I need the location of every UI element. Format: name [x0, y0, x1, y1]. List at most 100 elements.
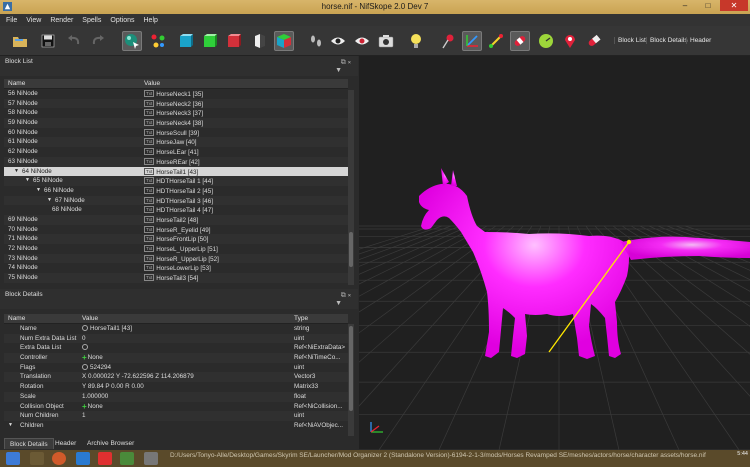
taskbar-app-steam[interactable] [76, 452, 90, 465]
block-list-toggle[interactable]: Block List [614, 37, 646, 44]
start-button[interactable] [6, 452, 20, 465]
lighting-button[interactable] [406, 31, 426, 51]
column-name[interactable]: Name [8, 80, 25, 87]
block-list-scrollbar[interactable] [348, 90, 354, 285]
block-details-scrollbar[interactable] [348, 324, 354, 436]
detail-row[interactable]: Controller +None Ref<NiTimeCo... [4, 353, 348, 363]
taskbar-app-explorer[interactable] [30, 452, 44, 465]
menu-help[interactable]: Help [144, 17, 158, 24]
scrollbar-thumb[interactable] [349, 232, 353, 267]
show-axes-button[interactable] [462, 31, 482, 51]
expand-toggle-icon[interactable]: ▼ [36, 187, 41, 193]
maximize-button[interactable]: □ [698, 0, 718, 11]
screenshot-button[interactable] [376, 31, 396, 51]
field-value[interactable]: +None [82, 354, 103, 362]
taskbar-app-mo2[interactable] [144, 452, 158, 465]
tab-header[interactable]: Header [50, 438, 81, 449]
detail-row[interactable]: Scale 1.000000 float [4, 391, 348, 402]
expand-toggle-icon[interactable]: ▼ [25, 177, 30, 183]
block-list-row[interactable]: 57 NiNode Txt HorseNeck2 [36] [4, 98, 348, 109]
redo-button[interactable] [88, 31, 108, 51]
column-type[interactable]: Type [294, 315, 308, 322]
show-constraints-button[interactable] [536, 31, 556, 51]
show-hidden-button[interactable] [328, 31, 348, 51]
detail-row[interactable]: Collision Object +None Ref<NiCollision... [4, 402, 348, 412]
block-list-row[interactable]: 75 NiNode Txt HorseTail3 [54] [4, 273, 348, 283]
block-list-row[interactable]: 59 NiNode Txt HorseNeck4 [38] [4, 118, 348, 128]
view-box-red-button[interactable] [224, 31, 244, 51]
select-vertex-button[interactable] [148, 31, 168, 51]
block-list-row[interactable]: 70 NiNode Txt HorseR_Eyelid [49] [4, 225, 348, 235]
block-list-row[interactable]: 69 NiNode Txt HorseTail2 [48] [4, 214, 348, 225]
detail-row[interactable]: Rotation Y 89.84 P 0.00 R 0.00 Matrix33 [4, 382, 348, 392]
block-list-row[interactable]: ▼ 64 NiNode Txt HorseTail1 [43] [4, 166, 348, 177]
3d-viewport[interactable] [359, 56, 750, 450]
detail-row[interactable]: Flags 524294 uint [4, 363, 348, 373]
menu-spells[interactable]: Spells [82, 17, 101, 24]
field-value[interactable] [82, 344, 90, 351]
color-picker-button[interactable] [438, 31, 458, 51]
detail-row[interactable]: Num Children 1 uint [4, 411, 348, 421]
block-list-row[interactable]: 71 NiNode Txt HorseFrontLip [50] [4, 234, 348, 244]
field-value[interactable]: Y 89.84 P 0.00 R 0.00 [82, 383, 144, 390]
filter-dropdown-icon[interactable]: ▼ [335, 300, 342, 307]
menu-render[interactable]: Render [50, 17, 73, 24]
view-box-blue-button[interactable] [176, 31, 196, 51]
detail-row[interactable]: Extra Data List Ref<NiExtraData> [4, 343, 348, 353]
block-list-row[interactable]: 56 NiNode Txt HorseNeck1 [35] [4, 89, 348, 99]
detail-row[interactable]: Name HorseTail1 [43] string [4, 324, 348, 334]
block-list-row[interactable]: 72 NiNode Txt HorseL_UpperLip [51] [4, 244, 348, 254]
filter-dropdown-icon[interactable]: ▼ [335, 67, 342, 74]
show-selected-button[interactable] [352, 31, 372, 51]
detail-row[interactable]: Num Extra Data List 0 uint [4, 333, 348, 344]
menu-view[interactable]: View [26, 17, 41, 24]
field-value[interactable]: 524294 [82, 363, 111, 371]
block-list-row[interactable]: ▼ 67 NiNode Txt HDTHorseTail 3 [46] [4, 195, 348, 206]
view-perspective-button[interactable] [274, 31, 294, 51]
field-value[interactable]: X 0.000022 Y -72.622596 Z 114.206879 [82, 373, 194, 380]
column-name[interactable]: Name [8, 315, 25, 322]
open-button[interactable] [10, 31, 30, 51]
field-value[interactable]: +None [82, 402, 103, 410]
expand-toggle-icon[interactable]: ▼ [47, 197, 52, 203]
detail-row[interactable]: Translation X 0.000022 Y -72.622596 Z 114… [4, 372, 348, 383]
view-box-green-button[interactable] [200, 31, 220, 51]
block-list-row[interactable]: 73 NiNode Txt HorseR_UpperLip [52] [4, 253, 348, 264]
show-nodes-button[interactable] [486, 31, 506, 51]
block-list-row[interactable]: 68 NiNode Txt HDTHorseTail 4 [47] [4, 205, 348, 215]
block-list-row[interactable]: 63 NiNode Txt HorseREar [42] [4, 156, 348, 167]
column-value[interactable]: Value [144, 80, 160, 87]
block-list-row[interactable]: ▼ 66 NiNode Txt HDTHorseTail 2 [45] [4, 186, 348, 196]
show-markers-button[interactable] [560, 31, 580, 51]
scrollbar-thumb[interactable] [349, 326, 353, 411]
undo-button[interactable] [64, 31, 84, 51]
taskbar-app-chrome[interactable] [52, 452, 66, 465]
walk-mode-button[interactable] [306, 31, 326, 51]
tab-block-details[interactable]: Block Details [4, 438, 54, 449]
block-list-row[interactable]: ▼ 65 NiNode Txt HDTHorseTail 1 [44] [4, 176, 348, 186]
menu-options[interactable]: Options [110, 17, 134, 24]
block-list-row[interactable]: 60 NiNode Txt HorseScull [39] [4, 128, 348, 138]
field-value[interactable]: 1 [82, 412, 86, 419]
field-value[interactable]: HorseTail1 [43] [82, 325, 132, 332]
block-details-toggle[interactable]: Block Details [646, 37, 688, 44]
close-button[interactable]: ✕ [720, 0, 748, 11]
taskbar-app-opera[interactable] [98, 452, 112, 465]
view-flip-button[interactable] [250, 31, 270, 51]
field-value[interactable]: 1.000000 [82, 393, 108, 400]
block-list-row[interactable]: 61 NiNode Txt HorseJaw [40] [4, 137, 348, 148]
detail-row[interactable]: ▼ Children Ref<NiAVObjec... [4, 421, 348, 431]
show-collision-button[interactable] [510, 31, 530, 51]
taskbar-app-notepad[interactable] [120, 452, 134, 465]
block-list-row[interactable]: 58 NiNode Txt HorseNeck3 [37] [4, 108, 348, 118]
save-button[interactable] [38, 31, 58, 51]
column-value[interactable]: Value [82, 315, 98, 322]
header-toggle[interactable]: Header [686, 37, 711, 44]
field-value[interactable]: 0 [82, 335, 86, 342]
expand-toggle-icon[interactable]: ▼ [14, 168, 19, 174]
block-list-row[interactable]: 62 NiNode Txt HorseLEar [41] [4, 147, 348, 157]
hide-collision-button[interactable] [584, 31, 604, 51]
select-object-button[interactable] [122, 31, 142, 51]
tab-archive-browser[interactable]: Archive Browser [82, 438, 139, 449]
minimize-button[interactable]: – [675, 0, 695, 11]
